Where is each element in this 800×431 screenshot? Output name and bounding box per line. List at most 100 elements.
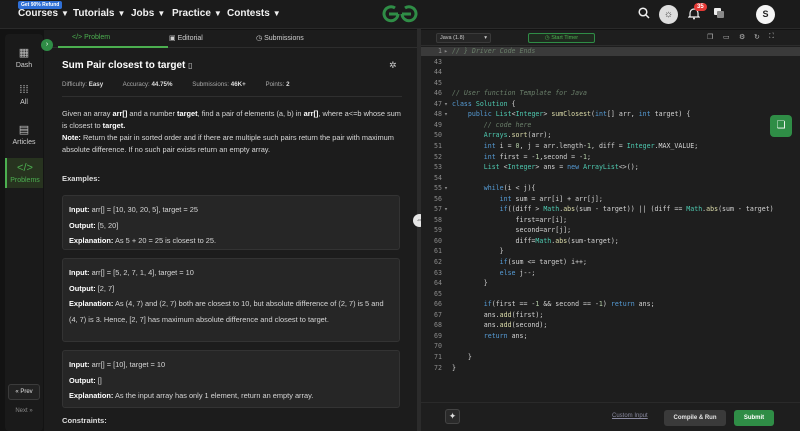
difficulty-value: Easy <box>88 81 104 88</box>
search-icon[interactable] <box>636 7 652 23</box>
line-number: 47 <box>434 99 442 108</box>
fold-toggle-icon[interactable]: ▾ <box>444 184 448 193</box>
nav-jobs-label: Jobs <box>131 8 155 19</box>
bookmark-icon[interactable]: ▯ <box>188 61 192 70</box>
line-number: 49 <box>434 120 442 129</box>
problem-description: Given an array arr[] and a number target… <box>62 108 402 156</box>
submit-button[interactable]: Submit <box>734 410 774 426</box>
fold-toggle-icon[interactable]: ▾ <box>444 100 448 109</box>
prev-button[interactable]: « Prev <box>8 384 40 400</box>
code-line[interactable]: 65 <box>421 290 800 299</box>
gfg-logo[interactable] <box>380 3 420 25</box>
rail-item-problems[interactable]: </> Problems <box>5 158 43 188</box>
copy-icon[interactable]: ❐ <box>707 33 713 41</box>
rail-item-dash[interactable]: ▦ Dash <box>5 46 43 69</box>
code-line[interactable]: 46 // User function Template for Java <box>421 89 800 98</box>
code-line[interactable]: 47 ▾ class Solution { <box>421 100 800 109</box>
code-line[interactable]: 67 ans.add(first); <box>421 311 800 320</box>
input-value: arr[] = [10], target = 10 <box>89 360 166 369</box>
chat-icon[interactable]: ❏ <box>770 115 792 137</box>
tab-editorial[interactable]: ▣ Editorial <box>169 34 203 42</box>
rail-item-articles[interactable]: ▤ Articles <box>5 123 43 146</box>
lightbulb-icon[interactable]: ✦ <box>445 409 460 424</box>
code-area[interactable]: 1 ▸ // } Driver Code Ends 43 44 45 46 // User f… <box>421 47 800 394</box>
code-line[interactable]: 61 } <box>421 247 800 256</box>
code-line[interactable]: 60 diff=Math.abs(sum-target); <box>421 237 800 246</box>
code-line[interactable]: 66 if(first == -1 && second == -1) retur… <box>421 300 800 309</box>
code-line[interactable]: 64 } <box>421 279 800 288</box>
code-line[interactable]: 52 int first = -1,second = -1; <box>421 153 800 162</box>
theme-toggle-sun-icon[interactable]: ☼ <box>659 5 678 24</box>
code-line[interactable]: 63 else j--; <box>421 269 800 278</box>
nav-practice[interactable]: Practice ▼ <box>172 8 222 19</box>
rail-item-all[interactable]: ⁞⁞⁞ All <box>5 84 43 106</box>
line-number: 63 <box>434 268 442 277</box>
code-line[interactable]: 57 ▾ if((diff > Math.abs(sum - target)) |… <box>421 205 800 214</box>
code-line[interactable]: 69 return ans; <box>421 332 800 341</box>
tab-submissions[interactable]: ◷ Submissions <box>256 34 304 42</box>
problem-tabs: </> Problem ▣ Editorial ◷ Submissions <box>44 30 417 48</box>
line-number: 60 <box>434 236 442 245</box>
submissions-value: 46K+ <box>230 81 246 88</box>
reset-icon[interactable]: ↻ <box>754 33 760 41</box>
code-line[interactable]: 56 int sum = arr[i] + arr[j]; <box>421 195 800 204</box>
chevron-down-icon: ▼ <box>157 9 166 18</box>
tab-problem[interactable]: </> Problem <box>72 34 110 41</box>
input-label: Input: <box>69 205 90 214</box>
code-line[interactable]: 1 ▸ // } Driver Code Ends <box>421 47 800 57</box>
fold-toggle-icon[interactable]: ▸ <box>444 47 448 56</box>
notification-count-badge: 35 <box>694 3 707 11</box>
code-line[interactable]: 55 ▾ while(i < j){ <box>421 184 800 193</box>
line-number: 70 <box>434 342 442 351</box>
code-line[interactable]: 51 int i = 0, j = arr.length-1, diff = I… <box>421 142 800 151</box>
code-text: List <Integer> ans = new ArrayList<>(); <box>483 163 639 172</box>
code-line[interactable]: 50 Arrays.sort(arr); <box>421 131 800 140</box>
rail-item-label: Articles <box>12 139 36 146</box>
nav-contests[interactable]: Contests ▼ <box>227 8 281 19</box>
code-text: return ans; <box>483 331 528 340</box>
output-label: Output: <box>69 220 96 230</box>
compile-run-button[interactable]: Compile & Run <box>664 410 726 426</box>
fold-toggle-icon[interactable]: ▾ <box>444 110 448 119</box>
fullscreen-icon[interactable]: ⛶ <box>769 33 774 41</box>
code-line[interactable]: 58 first=arr[i]; <box>421 216 800 225</box>
code-line[interactable]: 48 ▾ public List<Integer> sumClosest(int[… <box>421 110 800 119</box>
code-line[interactable]: 44 <box>421 68 800 77</box>
custom-input-link[interactable]: Custom Input <box>612 413 648 419</box>
nav-tutorials[interactable]: Tutorials ▼ <box>73 8 125 19</box>
code-line[interactable]: 43 <box>421 58 800 67</box>
line-number: 58 <box>434 215 442 224</box>
code-line[interactable]: 68 ans.add(second); <box>421 321 800 330</box>
collapse-arrow-icon[interactable]: › <box>41 39 53 51</box>
code-line[interactable]: 70 <box>421 342 800 351</box>
language-select[interactable]: Java (1.8) ▾ <box>436 33 491 43</box>
chevron-down-icon: ▼ <box>272 9 281 18</box>
fold-toggle-icon[interactable]: ▾ <box>444 205 448 214</box>
input-label: Input: <box>69 360 90 369</box>
code-line[interactable]: 59 second=arr[j]; <box>421 226 800 235</box>
report-bug-icon[interactable]: ✲ <box>389 60 397 71</box>
code-line[interactable]: 49 // code here <box>421 121 800 130</box>
explanation-value: As the input array has only 1 element, r… <box>113 391 314 400</box>
nav-courses[interactable]: Courses ▼ <box>18 8 69 19</box>
code-line[interactable]: 45 <box>421 79 800 88</box>
code-line[interactable]: 72} <box>421 364 800 373</box>
input-value: arr[] = [5, 2, 7, 1, 4], target = 10 <box>89 268 194 277</box>
nav-contests-label: Contests <box>227 8 270 19</box>
settings-icon[interactable]: ⚙ <box>739 33 745 41</box>
next-button[interactable]: Next » <box>8 404 40 420</box>
user-avatar[interactable]: S <box>756 5 775 24</box>
start-timer-button[interactable]: ◷ Start Timer <box>528 33 595 43</box>
code-line[interactable]: 53 List <Integer> ans = new ArrayList<>(… <box>421 163 800 172</box>
code-text: ans.add(second); <box>452 321 548 330</box>
translate-icon[interactable] <box>711 7 727 23</box>
nav-jobs[interactable]: Jobs ▼ <box>131 8 165 19</box>
line-number: 52 <box>434 152 442 161</box>
desc-text: , find a pair of elements (a, b) in <box>197 109 304 118</box>
code-line[interactable]: 62 if(sum <= target) i++; <box>421 258 800 267</box>
code-line[interactable]: 54 <box>421 174 800 183</box>
code-line[interactable]: 71 } <box>421 353 800 362</box>
left-rail: ▦ Dash ⁞⁞⁞ All ▤ Articles </> Problems «… <box>5 34 43 431</box>
file-icon[interactable]: ▭ <box>723 33 730 41</box>
output-value: [] <box>95 375 102 385</box>
